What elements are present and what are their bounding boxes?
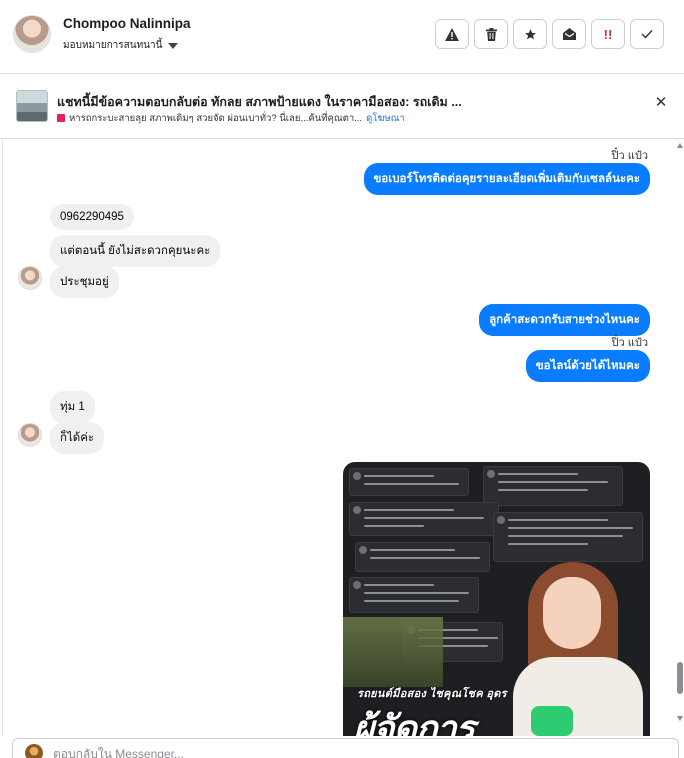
- contact-name[interactable]: Chompoo Nalinnipa: [63, 16, 191, 31]
- warning-icon: [445, 27, 459, 41]
- reply-composer: [12, 738, 679, 758]
- scroll-up-arrow-icon[interactable]: [677, 143, 683, 148]
- conversation-header: Chompoo Nalinnipa มอบหมายการสนทนานี้ !!: [0, 0, 684, 74]
- background-photo: [343, 617, 443, 687]
- outgoing-message[interactable]: ขอไลน์ด้วยได้ไหมคะ: [525, 350, 650, 382]
- ad-subtitle-row: หารถกระบะสายลุย สภาพเดิมๆ สวยจัด ผ่อนเบา…: [57, 111, 405, 126]
- incoming-message[interactable]: แต่ตอนนี้ ยังไม่สะดวกคุยนะคะ: [50, 235, 221, 267]
- delete-button[interactable]: [474, 19, 508, 49]
- flag-icon: [57, 114, 65, 123]
- ad-thumbnail[interactable]: [16, 90, 48, 122]
- ad-subtitle: หารถกระบะสายลุย สภาพเดิมๆ สวยจัด ผ่อนเบา…: [69, 113, 363, 124]
- screenshot-tile: [483, 466, 623, 506]
- conversation-toolbar: !!: [435, 19, 664, 49]
- star-icon: [524, 28, 536, 39]
- incoming-message[interactable]: ก็ได้ค่ะ: [50, 422, 105, 454]
- outgoing-message[interactable]: ขอเบอร์โทรติดต่อคุยรายละเอียดเพิ่มเติมกั…: [363, 163, 650, 195]
- message-thread[interactable]: ปิ๋ว แป๋ว ขอเบอร์โทรติดต่อคุยรายละเอียดเ…: [0, 140, 684, 736]
- screenshot-tile: [349, 502, 499, 536]
- caret-down-icon: [168, 42, 179, 49]
- image-badge: [531, 706, 573, 736]
- scroll-down-arrow-icon[interactable]: [677, 716, 683, 721]
- reply-input[interactable]: [53, 747, 553, 758]
- envelope-open-icon: [562, 28, 576, 40]
- divider: [2, 140, 3, 736]
- assign-label: มอบหมายการสนทนานี้: [63, 40, 163, 51]
- assign-conversation-dropdown[interactable]: มอบหมายการสนทนานี้: [63, 38, 179, 53]
- image-message[interactable]: รถยนต์มือสอง ไชคุณโชค อุดร ผู้จัดการ: [343, 462, 650, 736]
- follow-up-button[interactable]: !!: [591, 19, 625, 49]
- incoming-message[interactable]: 0962290495: [50, 204, 134, 230]
- incoming-message[interactable]: ประชุมอยู่: [50, 266, 119, 298]
- thread-scrollbar[interactable]: [676, 140, 684, 736]
- scrollbar-thumb[interactable]: [677, 662, 683, 694]
- page-avatar: [25, 744, 43, 758]
- ad-title: แชทนี้มีข้อความตอบกลับต่อ ทักลย สภาพป้าย…: [57, 95, 462, 109]
- view-ad-link[interactable]: ดูโฆษณา: [366, 113, 405, 124]
- contact-avatar-small[interactable]: [18, 266, 42, 290]
- screenshot-tile: [493, 512, 643, 562]
- screenshot-tile: [349, 577, 479, 613]
- contact-avatar-small[interactable]: [18, 423, 42, 447]
- screenshot-tile: [349, 468, 469, 496]
- incoming-message[interactable]: ทุ่ม 1: [50, 391, 95, 423]
- presenter-photo: [508, 562, 648, 736]
- outgoing-message[interactable]: ลูกค้าสะดวกรับสายช่วงไหนคะ: [479, 304, 650, 336]
- sender-label: ปิ๋ว แป๋ว: [611, 150, 648, 162]
- contact-avatar[interactable]: [13, 15, 51, 53]
- done-button[interactable]: [630, 19, 664, 49]
- image-headline: ผู้จัดการ: [353, 708, 475, 736]
- star-button[interactable]: [513, 19, 547, 49]
- mark-unread-button[interactable]: [552, 19, 586, 49]
- check-icon: [641, 30, 653, 39]
- ad-context-banner: แชทนี้มีข้อความตอบกลับต่อ ทักลย สภาพป้าย…: [0, 75, 684, 139]
- sender-label: ปิ๋ว แป๋ว: [611, 337, 648, 349]
- trash-icon: [485, 27, 497, 41]
- close-icon[interactable]: ✕: [654, 95, 668, 110]
- double-exclamation-icon: !!: [603, 26, 613, 42]
- screenshot-tile: [355, 542, 490, 572]
- spam-button[interactable]: [435, 19, 469, 49]
